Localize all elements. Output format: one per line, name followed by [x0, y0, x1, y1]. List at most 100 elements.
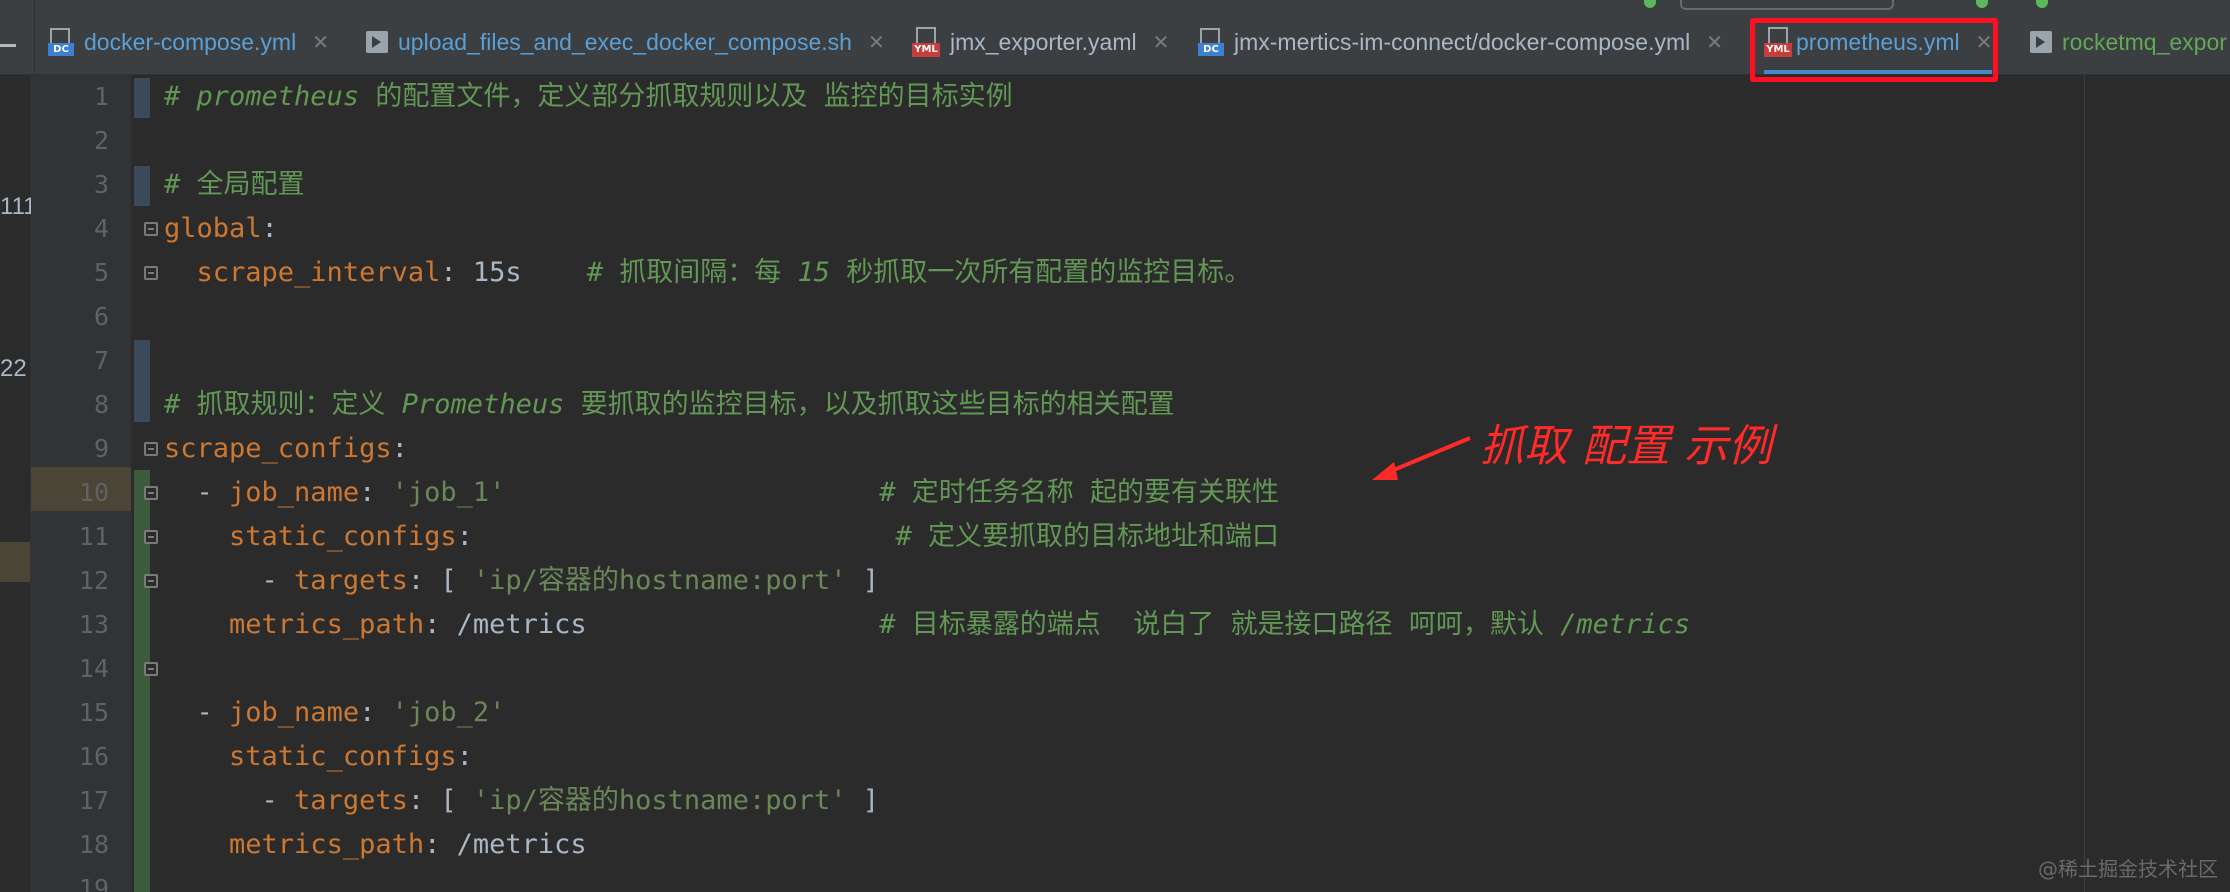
- code-editor[interactable]: # prometheus 的配置文件，定义部分抓取规则以及 监控的目标实例 # …: [164, 75, 2230, 892]
- run-indicator-icon: [1644, 0, 1656, 8]
- code-line-3: # 全局配置: [164, 163, 305, 207]
- line-number: 15: [78, 698, 109, 727]
- line-number: 5: [93, 258, 109, 287]
- tab-rocketmq-exporter[interactable]: rocketmq_expor: [2030, 10, 2227, 74]
- fold-toggle-icon[interactable]: [144, 530, 158, 544]
- fold-toggle-icon[interactable]: [144, 662, 158, 676]
- yaml-string: 'ip/容器的hostname:port': [472, 785, 847, 816]
- comment: # 定义要抓取的目标地址和端口: [895, 521, 1280, 552]
- tab-jmx-mertics-docker-compose[interactable]: DC jmx-mertics-im-connect/docker-compose…: [1198, 10, 1723, 74]
- line-number: 14: [78, 654, 109, 683]
- comment: # 定时任务名称 起的要有关联性: [879, 477, 1280, 508]
- tab-label: jmx_exporter.yaml: [950, 28, 1137, 55]
- yaml-string: 'job_1': [391, 477, 506, 508]
- close-icon[interactable]: ✕: [1706, 30, 1723, 55]
- code-line-5: scrape_interval: 15s # 抓取间隔：每 15 秒抓取一次所有…: [196, 257, 1252, 288]
- current-line-marker: [0, 542, 30, 582]
- code-line-8: # 抓取规则：定义 Prometheus 要抓取的监控目标，以及抓取这些目标的相…: [164, 383, 1175, 427]
- yaml-key: static_configs: [229, 521, 457, 552]
- comment: # 抓取间隔：每 15 秒抓取一次所有配置的监控目标。: [586, 257, 1252, 288]
- line-number: 1: [93, 82, 109, 111]
- code-line-1: # prometheus 的配置文件，定义部分抓取规则以及 监控的目标实例: [164, 75, 1013, 119]
- yaml-key: static_configs: [229, 741, 457, 772]
- line-number: 19: [78, 874, 109, 892]
- comment: # prometheus 的配置文件，定义部分抓取规则以及 监控的目标实例: [164, 81, 1013, 112]
- line-number: 18: [78, 830, 109, 859]
- close-icon[interactable]: ✕: [1153, 30, 1170, 55]
- code-line-17: - targets: [ 'ip/容器的hostname:port' ]: [164, 785, 879, 816]
- line-number: 9: [93, 434, 109, 463]
- indent-guide: [134, 78, 150, 118]
- code-line-13: metrics_path: /metrics # 目标暴露的端点 说白了 就是接…: [229, 609, 1691, 640]
- toolbar-search-widget[interactable]: [1680, 0, 1894, 10]
- strip-number: 22: [0, 355, 27, 382]
- line-number: 11: [78, 522, 109, 551]
- docker-compose-file-icon: DC: [48, 28, 74, 56]
- yaml-key: global: [164, 213, 262, 244]
- code-line-10: - job_name: 'job_1' # 定时任务名称 起的要有关联性: [164, 477, 1280, 508]
- left-tool-strip: 111 22: [0, 75, 36, 892]
- line-number: 16: [78, 742, 109, 771]
- line-number: 4: [93, 214, 109, 243]
- yaml-key: job_name: [229, 477, 360, 508]
- yaml-value: /metrics: [456, 829, 587, 860]
- code-line-12: - targets: [ 'ip/容器的hostname:port' ]: [164, 565, 879, 596]
- fold-toggle-icon[interactable]: [144, 442, 158, 456]
- yaml-key: job_name: [229, 697, 360, 728]
- comment: # 全局配置: [164, 169, 305, 200]
- indent-guide: [134, 166, 150, 206]
- close-icon[interactable]: ✕: [312, 30, 329, 55]
- yaml-key: targets: [294, 565, 408, 596]
- indent-guide: [134, 340, 150, 422]
- yaml-key: metrics_path: [229, 829, 425, 860]
- yaml-string: 'ip/容器的hostname:port': [472, 565, 847, 596]
- profile-indicator-icon: [2036, 0, 2048, 8]
- yaml-key: scrape_interval: [196, 257, 441, 288]
- annotation-arrow-icon: [1372, 436, 1471, 480]
- tab-upload-files-script[interactable]: upload_files_and_exec_docker_compose.sh …: [366, 10, 885, 74]
- code-line-15: - job_name: 'job_2': [164, 697, 506, 728]
- yaml-value: 15s: [472, 257, 522, 288]
- close-icon[interactable]: ✕: [868, 30, 885, 55]
- code-line-11: static_configs: # 定义要抓取的目标地址和端口: [229, 521, 1280, 552]
- right-margin-guide: [2084, 75, 2085, 892]
- line-number: 2: [93, 126, 109, 155]
- yaml-key: scrape_configs: [164, 433, 392, 464]
- shell-script-icon: [2030, 31, 2052, 53]
- docker-compose-file-icon: DC: [1198, 28, 1224, 56]
- tab-label: docker-compose.yml: [84, 28, 297, 55]
- line-number: 6: [93, 302, 109, 331]
- comment: # 目标暴露的端点 说白了 就是接口路径 呵呵，默认 /metrics: [879, 609, 1691, 640]
- line-number: 13: [78, 610, 109, 639]
- yaml-key: targets: [294, 785, 408, 816]
- comment: # 抓取规则：定义 Prometheus 要抓取的监控目标，以及抓取这些目标的相…: [164, 389, 1175, 420]
- collapse-icon: [0, 44, 16, 47]
- fold-toggle-icon[interactable]: [144, 222, 158, 236]
- active-tab-highlight-box: [1750, 18, 1998, 82]
- line-number-gutter[interactable]: 1 2 3 4 5 6 7 8 9 10 11 12 13 14 15 16 1…: [31, 75, 131, 892]
- shell-script-icon: [366, 31, 388, 53]
- yaml-string: 'job_2': [391, 697, 506, 728]
- yaml-value: /metrics: [456, 609, 587, 640]
- line-number: 7: [93, 346, 109, 375]
- annotation-label: 抓取 配置 示例: [1480, 421, 1772, 472]
- yaml-key: metrics_path: [229, 609, 425, 640]
- line-number: 10: [78, 478, 109, 507]
- line-number: 17: [78, 786, 109, 815]
- watermark: @稀土掘金技术社区: [2038, 857, 2218, 881]
- line-number: 12: [78, 566, 109, 595]
- line-number: 8: [93, 390, 109, 419]
- code-line-16: static_configs:: [229, 741, 473, 772]
- fold-toggle-icon[interactable]: [144, 266, 158, 280]
- fold-toggle-icon[interactable]: [144, 574, 158, 588]
- tab-jmx-exporter[interactable]: YML jmx_exporter.yaml ✕: [912, 10, 1169, 74]
- tabbar-left-edge[interactable]: [0, 0, 35, 74]
- tab-docker-compose[interactable]: DC docker-compose.yml ✕: [48, 10, 329, 74]
- code-line-4: global:: [164, 213, 278, 244]
- line-number: 3: [93, 170, 109, 199]
- code-line-18: metrics_path: /metrics: [229, 829, 587, 860]
- fold-toggle-icon[interactable]: [144, 486, 158, 500]
- code-line-9: scrape_configs:: [164, 433, 408, 464]
- yaml-file-icon: YML: [912, 27, 940, 57]
- debug-indicator-icon: [1976, 0, 1988, 8]
